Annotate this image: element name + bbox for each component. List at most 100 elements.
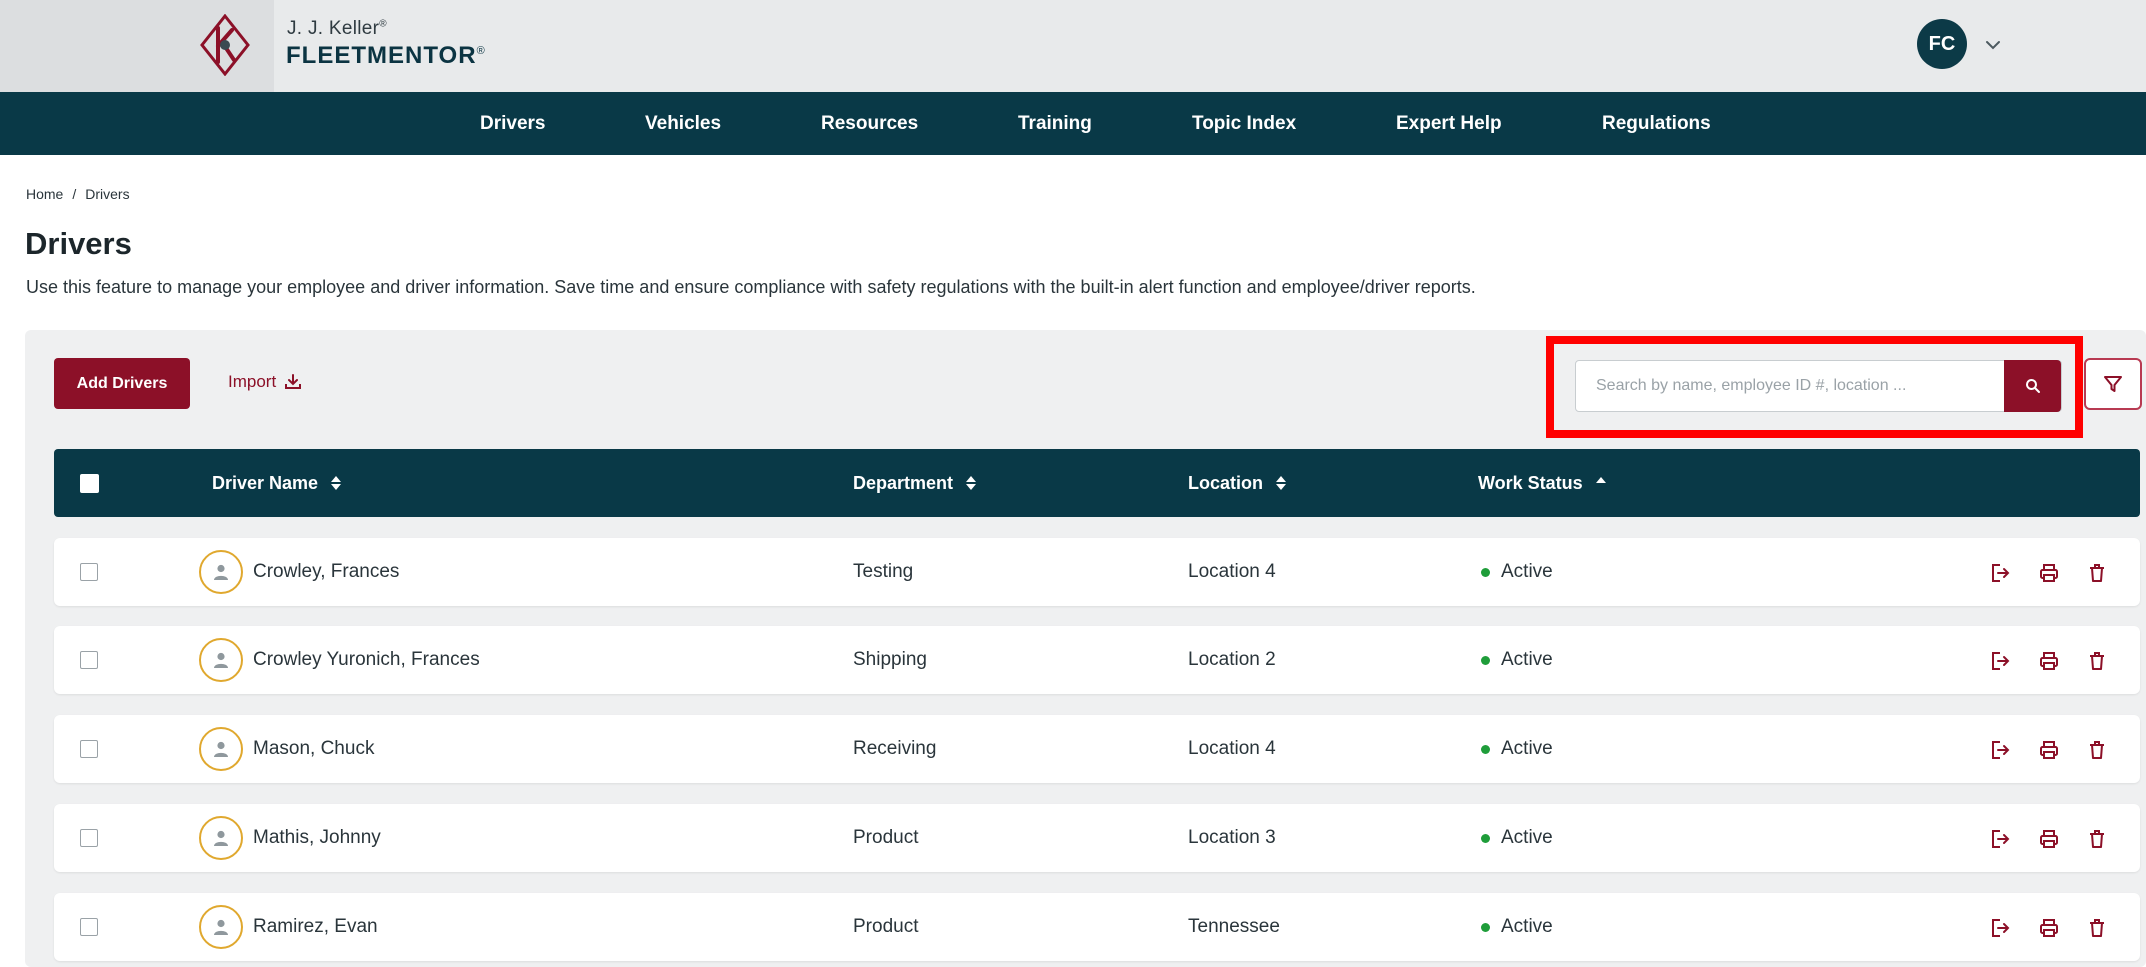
top-header: J. J. Keller® FLEETMENTOR® FC: [0, 0, 2146, 92]
location-cell: Location 2: [1188, 649, 1276, 670]
table-row[interactable]: Crowley, Frances Testing Location 4 Acti…: [54, 538, 2140, 606]
export-icon[interactable]: [1987, 560, 2013, 586]
status-dot: [1481, 744, 1490, 754]
nav-item-drivers[interactable]: Drivers: [480, 92, 546, 155]
breadcrumb: Home / Drivers: [26, 186, 130, 202]
brand-product-mark: ®: [476, 45, 486, 57]
person-icon: [199, 816, 243, 860]
status-label: Active: [1501, 738, 1553, 759]
brand-company-mark: ®: [379, 18, 387, 30]
select-all-checkbox[interactable]: [80, 474, 99, 493]
delete-icon[interactable]: [2084, 915, 2110, 941]
status-label: Active: [1501, 916, 1553, 937]
sort-icon: [331, 476, 342, 490]
person-icon: [199, 638, 243, 682]
table-header: Driver Name Department Location Work Sta…: [54, 449, 2140, 517]
export-icon[interactable]: [1987, 826, 2013, 852]
person-icon: [199, 905, 243, 949]
breadcrumb-current: Drivers: [85, 186, 130, 202]
page-title: Drivers: [25, 226, 132, 261]
brand-product-text: FLEETMENTOR: [286, 42, 477, 69]
status-cell: Active: [1481, 893, 1553, 961]
export-icon[interactable]: [1987, 915, 2013, 941]
table-row[interactable]: Mathis, Johnny Product Location 3 Active: [54, 804, 2140, 872]
department-cell: Receiving: [853, 738, 937, 759]
sort-icon: [966, 476, 977, 490]
brand-company-text: J. J. Keller: [287, 18, 380, 39]
filter-icon: [2104, 376, 2122, 392]
nav-item-topic-index[interactable]: Topic Index: [1192, 92, 1296, 155]
import-label: Import: [228, 372, 277, 391]
print-icon[interactable]: [2036, 560, 2062, 586]
column-header-location-label: Location: [1188, 473, 1263, 493]
row-checkbox[interactable]: [80, 651, 98, 669]
table-row[interactable]: Ramirez, Evan Product Tennessee Active: [54, 893, 2140, 961]
filter-button[interactable]: [2084, 358, 2142, 410]
export-icon[interactable]: [1987, 648, 2013, 674]
nav-item-expert-help[interactable]: Expert Help: [1396, 92, 1502, 155]
brand-company: J. J. Keller®: [287, 18, 387, 40]
print-icon[interactable]: [2036, 648, 2062, 674]
column-header-work-status[interactable]: Work Status: [1478, 449, 1607, 517]
department-cell: Product: [853, 916, 919, 937]
column-header-location[interactable]: Location: [1188, 449, 1287, 517]
delete-icon[interactable]: [2084, 560, 2110, 586]
department-cell: Shipping: [853, 649, 927, 670]
status-dot: [1481, 567, 1490, 577]
status-dot: [1481, 655, 1490, 665]
status-label: Active: [1501, 827, 1553, 848]
department-cell: Product: [853, 827, 919, 848]
driver-name[interactable]: Mason, Chuck: [253, 715, 374, 783]
export-icon[interactable]: [1987, 737, 2013, 763]
nav-item-regulations[interactable]: Regulations: [1602, 92, 1711, 155]
brand-product: FLEETMENTOR®: [286, 42, 486, 70]
delete-icon[interactable]: [2084, 826, 2110, 852]
table-row[interactable]: Mason, Chuck Receiving Location 4 Active: [54, 715, 2140, 783]
row-checkbox[interactable]: [80, 918, 98, 936]
nav-item-resources[interactable]: Resources: [821, 92, 918, 155]
print-icon[interactable]: [2036, 737, 2062, 763]
add-drivers-button[interactable]: Add Drivers: [54, 358, 190, 409]
column-header-work-status-label: Work Status: [1478, 473, 1583, 493]
search-button[interactable]: [2004, 360, 2061, 412]
status-cell: Active: [1481, 715, 1553, 783]
breadcrumb-home[interactable]: Home: [26, 186, 63, 202]
print-icon[interactable]: [2036, 826, 2062, 852]
person-icon: [199, 550, 243, 594]
nav-item-training[interactable]: Training: [1018, 92, 1092, 155]
status-cell: Active: [1481, 538, 1553, 606]
delete-icon[interactable]: [2084, 737, 2110, 763]
chevron-down-icon[interactable]: [1978, 30, 2008, 60]
column-header-department[interactable]: Department: [853, 449, 977, 517]
location-cell: Location 3: [1188, 827, 1276, 848]
sort-icon: [1276, 476, 1286, 490]
jj-keller-k-logo-icon[interactable]: [196, 14, 254, 76]
logo-area: [0, 0, 274, 92]
status-label: Active: [1501, 649, 1553, 670]
search-input[interactable]: [1576, 361, 2006, 411]
table-row[interactable]: Crowley Yuronich, Frances Shipping Locat…: [54, 626, 2140, 694]
column-header-driver-name[interactable]: Driver Name: [212, 449, 342, 517]
driver-name[interactable]: Crowley Yuronich, Frances: [253, 626, 480, 694]
status-label: Active: [1501, 561, 1553, 582]
driver-name[interactable]: Crowley, Frances: [253, 538, 399, 606]
driver-name[interactable]: Mathis, Johnny: [253, 804, 381, 872]
row-checkbox[interactable]: [80, 563, 98, 581]
status-cell: Active: [1481, 626, 1553, 694]
status-cell: Active: [1481, 804, 1553, 872]
main-nav: Drivers Vehicles Resources Training Topi…: [0, 92, 2146, 155]
status-dot: [1481, 833, 1490, 843]
status-dot: [1481, 922, 1490, 932]
page-description: Use this feature to manage your employee…: [26, 277, 1476, 297]
row-checkbox[interactable]: [80, 740, 98, 758]
user-avatar[interactable]: FC: [1917, 19, 1967, 69]
row-checkbox[interactable]: [80, 829, 98, 847]
nav-item-vehicles[interactable]: Vehicles: [645, 92, 721, 155]
column-header-driver-name-label: Driver Name: [212, 473, 319, 493]
import-link[interactable]: Import: [228, 372, 302, 392]
delete-icon[interactable]: [2084, 648, 2110, 674]
print-icon[interactable]: [2036, 915, 2062, 941]
location-cell: Location 4: [1188, 561, 1276, 582]
location-cell: Tennessee: [1188, 916, 1280, 937]
driver-name[interactable]: Ramirez, Evan: [253, 893, 378, 961]
